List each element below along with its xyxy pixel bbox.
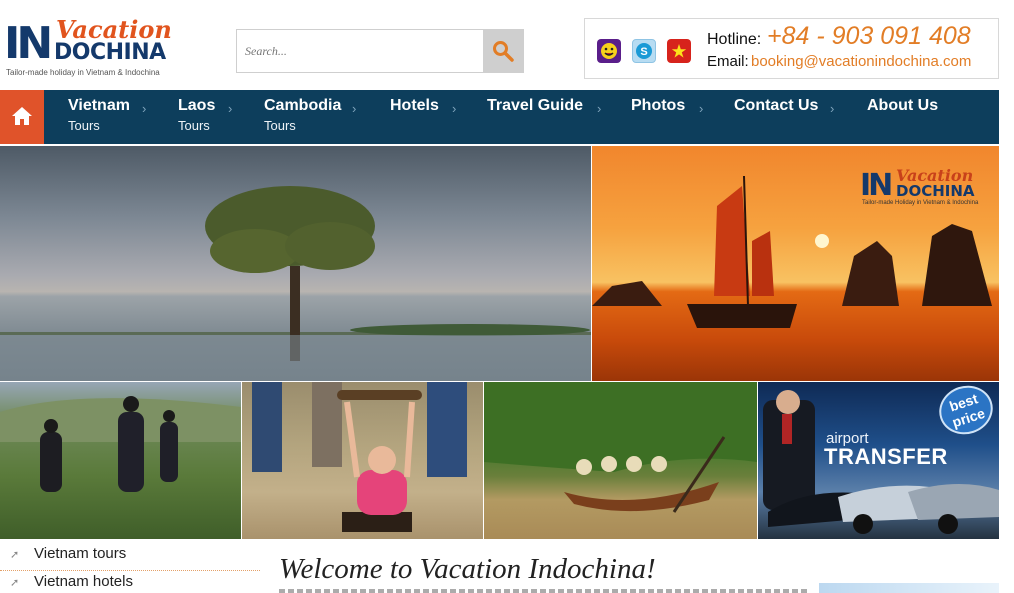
nav-item-contact-us[interactable]: Contact Us ›	[734, 97, 834, 116]
banner-mekong-delta-photo[interactable]	[484, 382, 757, 539]
sidebar-item-label: Vietnam hotels	[34, 573, 133, 590]
nav-item-subtitle: Tours	[178, 118, 210, 133]
search-icon	[493, 41, 514, 62]
chevron-right-icon: ›	[452, 101, 457, 116]
nav-item-title: Vietnam	[68, 97, 130, 114]
nav-item-subtitle: Tours	[264, 118, 296, 133]
banner-halong-bay-photo[interactable]: IN Vacation DOCHINA Tailor-made Holiday …	[592, 146, 999, 381]
nav-item-title: Photos	[631, 97, 686, 114]
nav-item-vietnam-tours[interactable]: Vietnam Tours ›	[68, 97, 146, 133]
banner-lake-tree-photo[interactable]	[0, 146, 591, 381]
logo-script: Vacation	[56, 15, 172, 44]
search-button[interactable]	[483, 30, 523, 72]
lake-tree-illustration	[0, 186, 591, 381]
hotline-number[interactable]: +84 - 903 091 408	[767, 22, 971, 51]
yahoo-messenger-icon[interactable]	[597, 39, 621, 63]
skype-icon[interactable]: S	[632, 39, 656, 63]
sidebar-item-vietnam-hotels[interactable]: ➚ Vietnam hotels	[0, 571, 260, 593]
banner-hill-tribe-photo[interactable]	[0, 382, 241, 539]
nav-item-subtitle: Tours	[68, 118, 100, 133]
nav-item-travel-guide[interactable]: Travel Guide ›	[487, 97, 601, 116]
banner-logo-mark: IN	[860, 168, 893, 203]
bullet-arrow-icon: ➚	[10, 549, 20, 561]
hill-tribe-illustration	[0, 396, 241, 492]
nav-item-title: Hotels	[390, 97, 439, 114]
search-input[interactable]	[237, 30, 485, 72]
banner-cu-chi-tunnel-photo[interactable]	[242, 382, 483, 539]
intro-text-cutoff	[279, 589, 809, 593]
email-link[interactable]: booking@vacationindochina.com	[751, 53, 971, 70]
welcome-heading: Welcome to Vacation Indochina!	[279, 553, 656, 585]
nav-item-about-us[interactable]: About Us	[867, 97, 938, 115]
logo-tagline: Tailor-made holiday in Vietnam & Indochi…	[6, 68, 160, 77]
chevron-right-icon: ›	[699, 101, 704, 116]
sidebar-item-label: Vietnam tours	[34, 545, 127, 562]
cu-chi-illustration	[252, 382, 467, 532]
home-icon	[12, 107, 32, 125]
nav-item-cambodia-tours[interactable]: Cambodia Tours ›	[264, 97, 356, 133]
nav-item-laos-tours[interactable]: Laos Tours ›	[178, 97, 232, 133]
mekong-illustration	[484, 382, 757, 513]
main-nav: Vietnam Tours › Laos Tours › Cambodia To…	[0, 90, 999, 144]
nav-item-title: Cambodia	[264, 97, 342, 114]
nav-item-title: About Us	[867, 97, 939, 114]
bullet-arrow-icon: ➚	[10, 577, 20, 589]
nav-item-title: Travel Guide	[487, 97, 584, 114]
chevron-right-icon: ›	[597, 101, 602, 116]
transfer-label: TRANSFER	[824, 444, 948, 469]
chevron-right-icon: ›	[142, 101, 147, 116]
vietnam-flag-icon[interactable]	[667, 39, 691, 63]
chevron-right-icon: ›	[830, 101, 835, 116]
nav-item-title: Contact Us	[734, 97, 819, 114]
chevron-right-icon: ›	[352, 101, 357, 116]
banner-logo-tagline: Tailor-made Holiday in Vietnam & Indochi…	[862, 200, 979, 206]
sidebar-menu: ➚ Vietnam tours ➚ Vietnam hotels	[0, 543, 260, 593]
nav-item-hotels[interactable]: Hotels ›	[390, 97, 456, 116]
banner-airport-transfer[interactable]: best price airport TRANSFER	[758, 382, 999, 539]
sidebar-item-vietnam-tours[interactable]: ➚ Vietnam tours	[0, 543, 260, 571]
site-logo[interactable]: IN Vacation DOCHINA Tailor-made holiday …	[4, 18, 179, 80]
search-box	[236, 29, 524, 73]
nav-item-photos[interactable]: Photos ›	[631, 97, 703, 116]
chevron-right-icon: ›	[228, 101, 233, 116]
logo-mark: IN	[4, 18, 53, 69]
email-label: Email:	[707, 53, 749, 70]
nav-item-title: Laos	[178, 97, 216, 114]
logo-word: DOCHINA	[54, 40, 166, 65]
side-image-cutoff[interactable]	[819, 583, 999, 593]
contact-box: S Hotline: +84 - 903 091 408 Email: book…	[584, 18, 999, 79]
home-button[interactable]	[0, 90, 44, 144]
hotline-label: Hotline:	[707, 31, 762, 48]
banner-logo-word: DOCHINA	[896, 182, 975, 200]
svg-text:S: S	[640, 46, 647, 58]
